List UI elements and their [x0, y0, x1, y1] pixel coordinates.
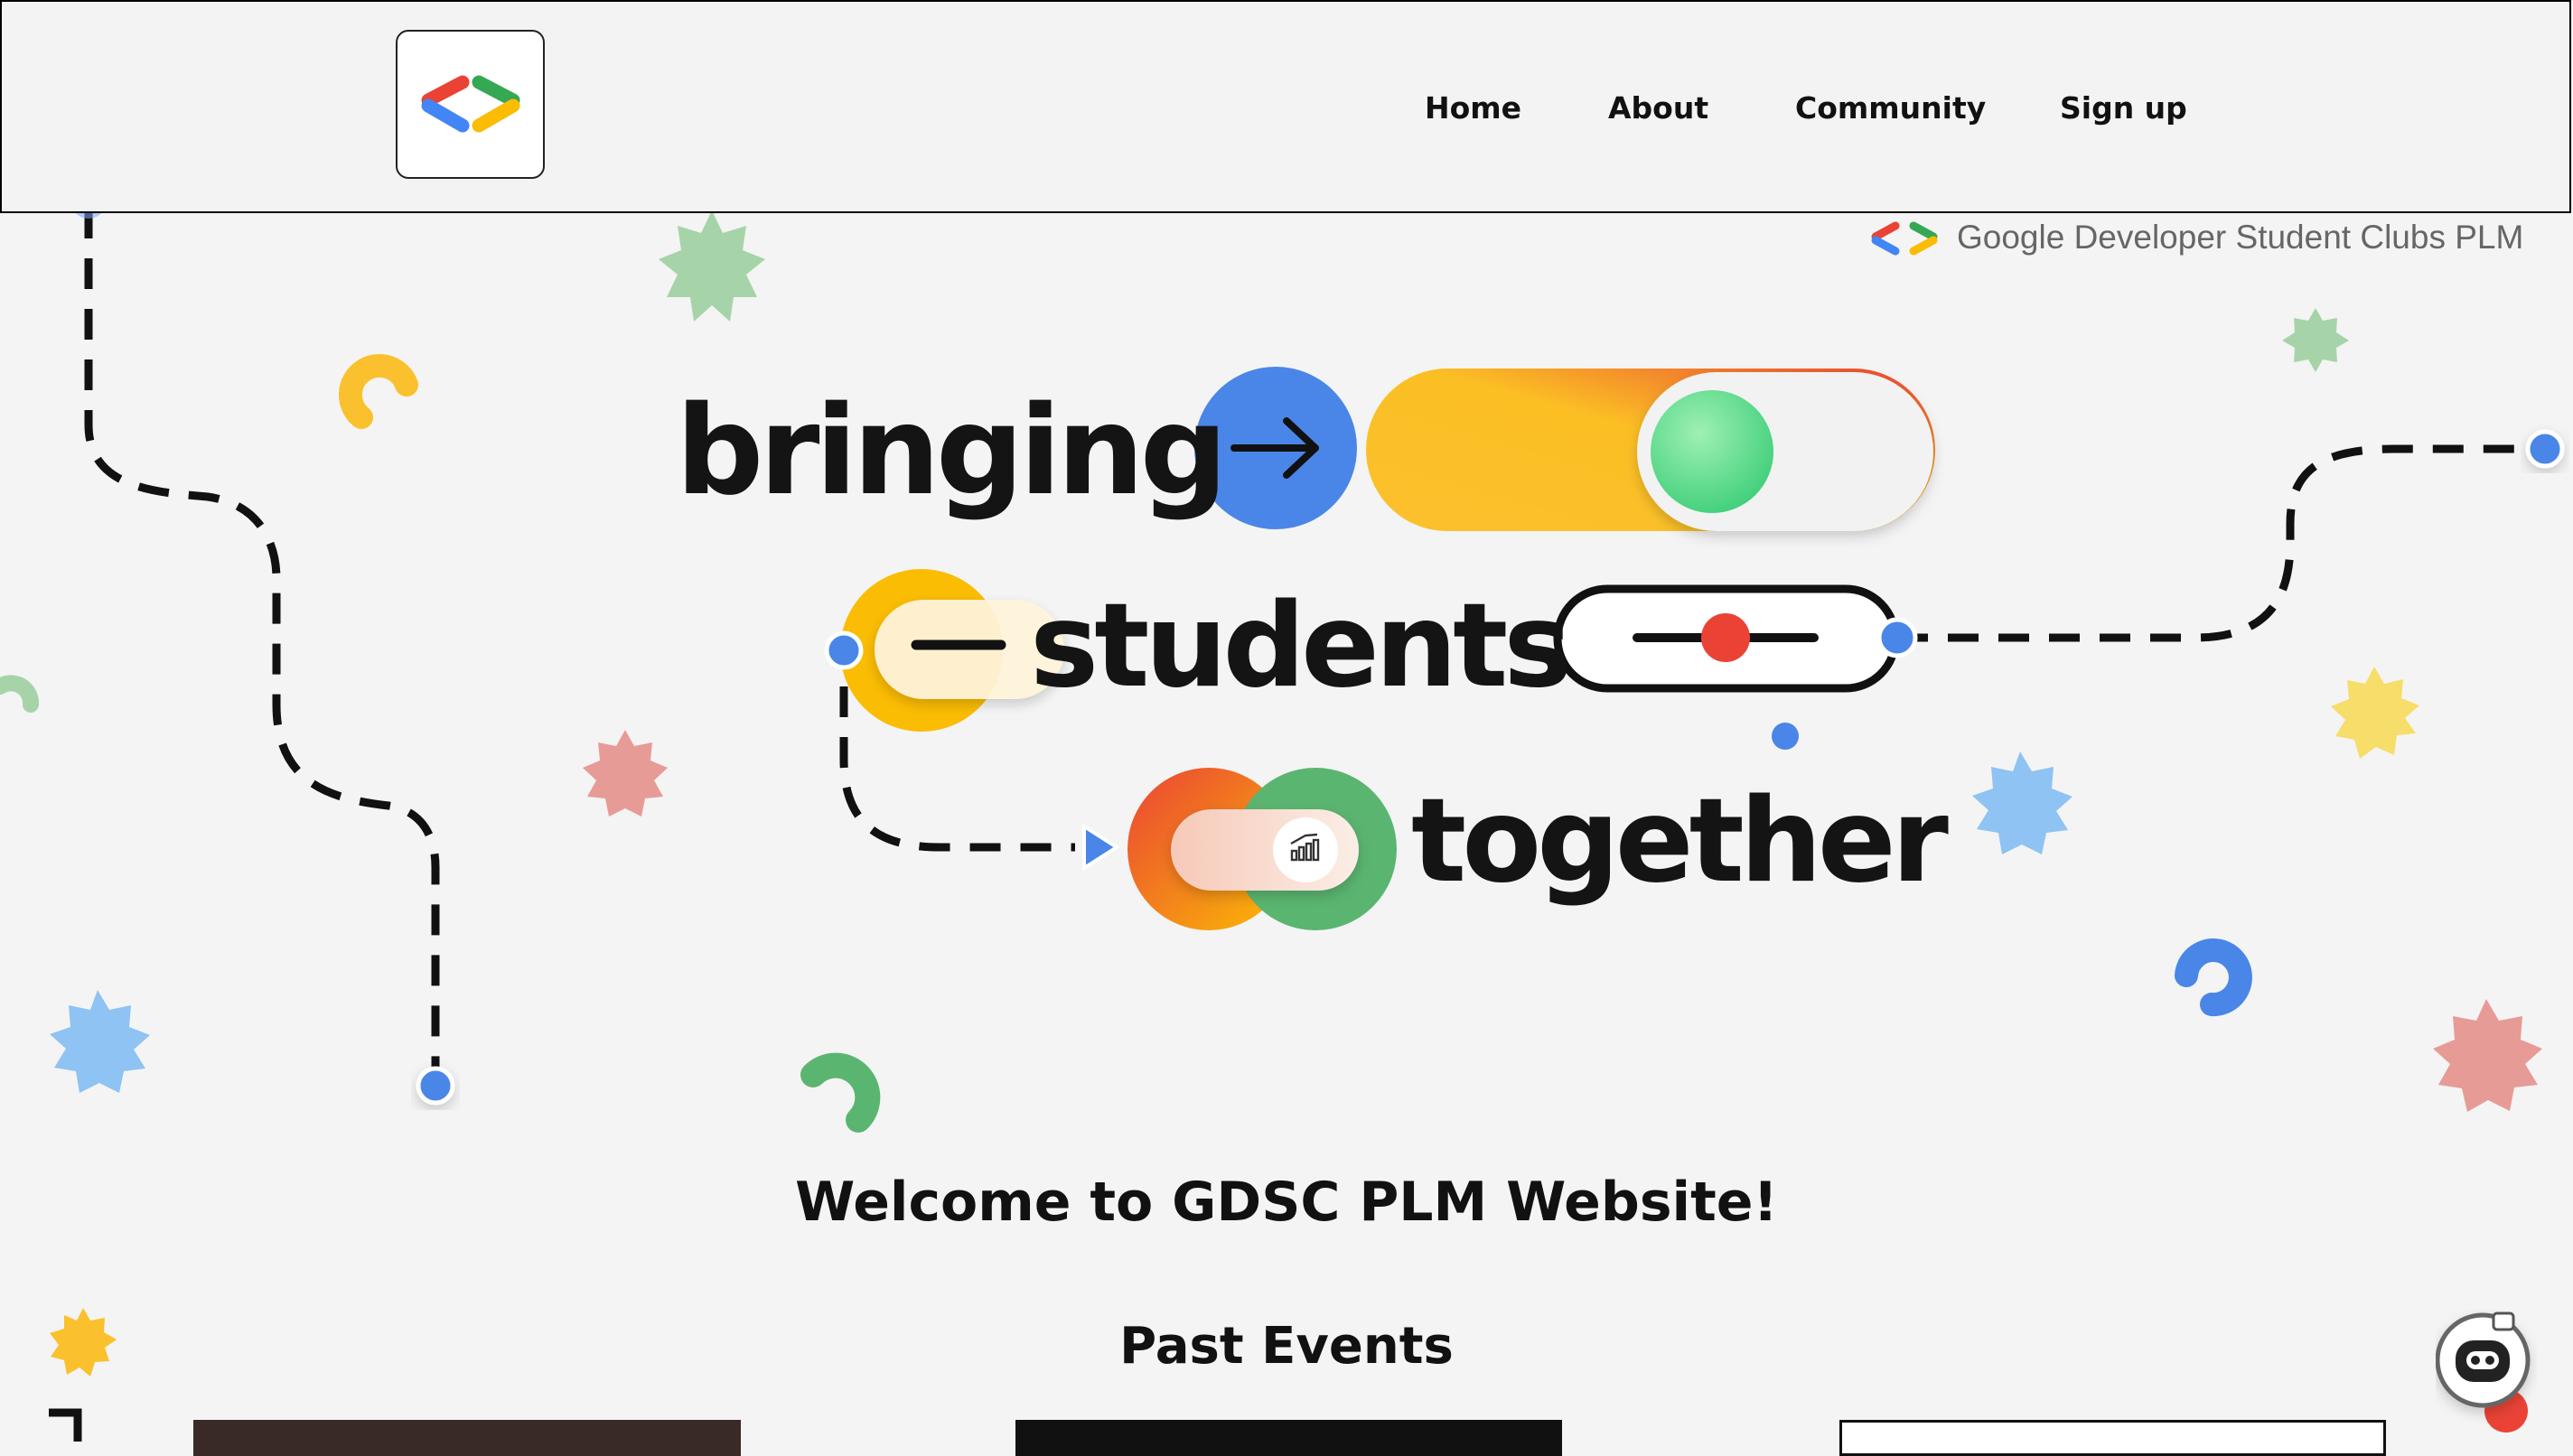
path-dot: [416, 1066, 455, 1106]
event-card[interactable]: [193, 1420, 741, 1456]
navbar: Home About Community Sign up: [0, 0, 2571, 213]
corner-bracket-icon: [49, 1408, 82, 1442]
arc-decoration: [800, 1052, 881, 1133]
brand-tag-text: Google Developer Student Clubs PLM: [1957, 219, 2524, 256]
chat-bot-icon: [2435, 1311, 2531, 1433]
event-card[interactable]: [1015, 1420, 1562, 1456]
arc-decoration: [0, 675, 40, 713]
nav-community[interactable]: Community: [1795, 90, 1986, 126]
arc-decoration: [338, 354, 418, 429]
dashed-path-left: [84, 208, 440, 1084]
past-events-heading: Past Events: [1119, 1317, 1454, 1376]
path-dot: [1876, 617, 1918, 658]
nav-sign-up[interactable]: Sign up: [2060, 90, 2187, 126]
welcome-heading: Welcome to GDSC PLM Website!: [795, 1171, 1778, 1234]
star-decoration: [50, 990, 150, 1093]
star-decoration: [2331, 667, 2419, 759]
gdsc-logo-icon: [1871, 221, 1938, 256]
brand-tag: Google Developer Student Clubs PLM: [1867, 217, 2523, 258]
hero-word-bringing: bringing: [676, 380, 1228, 523]
chat-bot-button[interactable]: [2435, 1310, 2537, 1436]
hero-word-students: students: [1030, 579, 1572, 714]
event-card[interactable]: [1839, 1420, 2386, 1456]
star-decoration: [2433, 999, 2542, 1112]
star-decoration: [659, 210, 765, 322]
hero-word-together: together: [1411, 774, 1949, 909]
nav-home[interactable]: Home: [1425, 90, 1521, 126]
gdsc-logo-link[interactable]: [396, 30, 545, 179]
dashed-path-right: [1897, 444, 2546, 642]
star-decoration: [1972, 751, 2072, 854]
arc-decoration: [2175, 938, 2252, 1017]
star-decoration: [583, 730, 668, 817]
nav-about[interactable]: About: [1608, 90, 1708, 126]
path-dot: [824, 630, 864, 670]
star-decoration: [2282, 308, 2349, 372]
path-dot: [2525, 429, 2565, 469]
gdsc-logo-icon: [421, 75, 520, 133]
